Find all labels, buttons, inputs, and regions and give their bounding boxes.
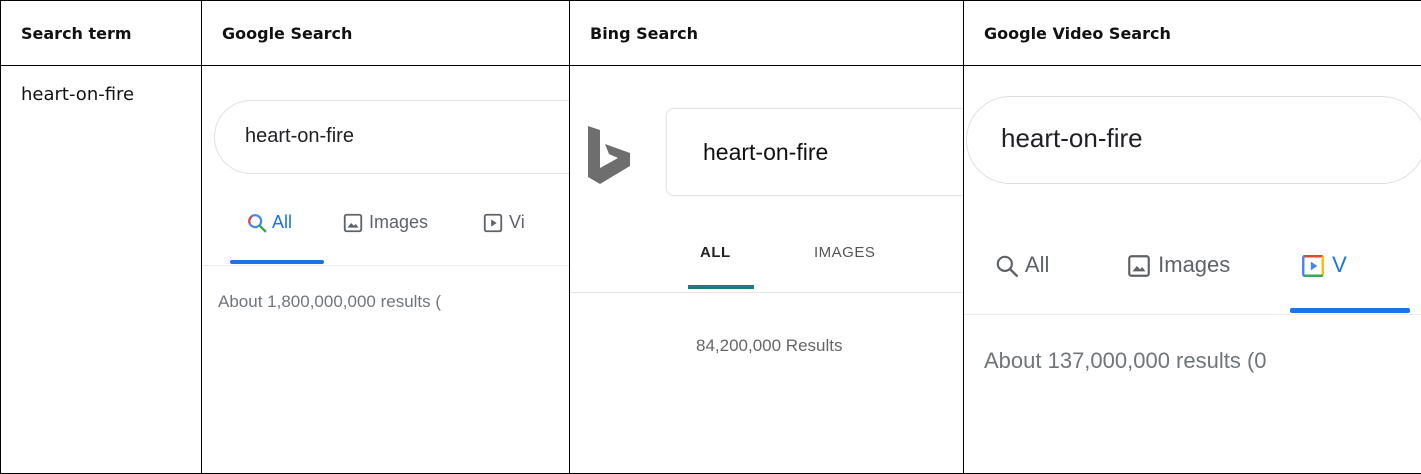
google-video-results-count: About 137,000,000 results (0: [984, 348, 1267, 373]
image-icon: [1128, 255, 1150, 278]
bing-tab-all[interactable]: ALL: [700, 244, 731, 261]
google-video-tab-all[interactable]: All: [994, 252, 1049, 279]
google-video-search-box[interactable]: heart-on-fire: [966, 96, 1421, 184]
google-tab-all-label: All: [272, 212, 293, 232]
search-term-text: heart-on-fire: [21, 84, 135, 105]
google-tab-videos-label: Vi: [509, 212, 525, 232]
google-search-box[interactable]: heart-on-fire: [214, 100, 569, 174]
bing-tabs-divider: [570, 292, 963, 293]
google-video-active-tab-indicator: [1290, 308, 1410, 313]
google-video-tabs-divider: [964, 314, 1421, 315]
bing-tab-images[interactable]: IMAGES: [814, 244, 875, 261]
bing-search-query: heart-on-fire: [703, 139, 829, 165]
bing-active-tab-indicator: [688, 285, 754, 289]
google-tabs: All Images Vi: [203, 212, 569, 252]
google-tab-videos[interactable]: Vi: [482, 212, 525, 234]
google-video-search-screenshot: heart-on-fire All Images V About 137,000…: [964, 67, 1421, 473]
search-icon: [996, 255, 1018, 278]
google-video-tab-all-label: All: [1024, 252, 1050, 277]
google-video-tab-images-label: Images: [1158, 252, 1231, 277]
header-google-search: Google Search: [201, 0, 570, 66]
google-video-tab-videos[interactable]: V: [1300, 252, 1347, 279]
google-search-screenshot: heart-on-fire All Images Vi About 1,800,…: [202, 67, 569, 473]
google-results-count: About 1,800,000,000 results (: [218, 292, 442, 311]
google-video-search-query: heart-on-fire: [1001, 123, 1143, 153]
search-term-cell: heart-on-fire: [0, 65, 202, 474]
search-icon: [248, 214, 267, 233]
google-video-tab-videos-label: V: [1332, 252, 1347, 277]
bing-search-cell: heart-on-fire ALL IMAGES 84,200,000 Resu…: [569, 65, 964, 474]
google-search-cell: heart-on-fire All Images Vi About 1,800,…: [201, 65, 570, 474]
google-search-query: heart-on-fire: [245, 125, 354, 147]
header-row: Search term Google Search Bing Search Go…: [0, 0, 1421, 66]
header-search-term: Search term: [0, 0, 202, 66]
google-tab-images[interactable]: Images: [342, 212, 428, 234]
comparison-table: Search term Google Search Bing Search Go…: [0, 0, 1421, 474]
bing-logo-icon: [588, 126, 630, 184]
google-tab-images-label: Images: [369, 212, 429, 232]
google-tabs-divider: [202, 265, 569, 266]
video-play-icon: [483, 214, 503, 233]
term-row: heart-on-fire heart-on-fire All Images V…: [0, 65, 1421, 474]
google-video-tab-images[interactable]: Images: [1126, 252, 1230, 279]
image-icon: [343, 214, 363, 233]
bing-search-screenshot: heart-on-fire ALL IMAGES 84,200,000 Resu…: [570, 67, 963, 473]
video-play-icon: [1302, 255, 1324, 278]
google-tab-all[interactable]: All: [246, 212, 292, 234]
google-active-tab-indicator: [230, 260, 324, 264]
header-bing-search: Bing Search: [569, 0, 964, 66]
bing-results-count: 84,200,000 Results: [696, 336, 843, 355]
bing-search-box[interactable]: heart-on-fire: [666, 108, 963, 196]
google-video-search-cell: heart-on-fire All Images V About 137,000…: [963, 65, 1421, 474]
header-google-video-search: Google Video Search: [963, 0, 1421, 66]
